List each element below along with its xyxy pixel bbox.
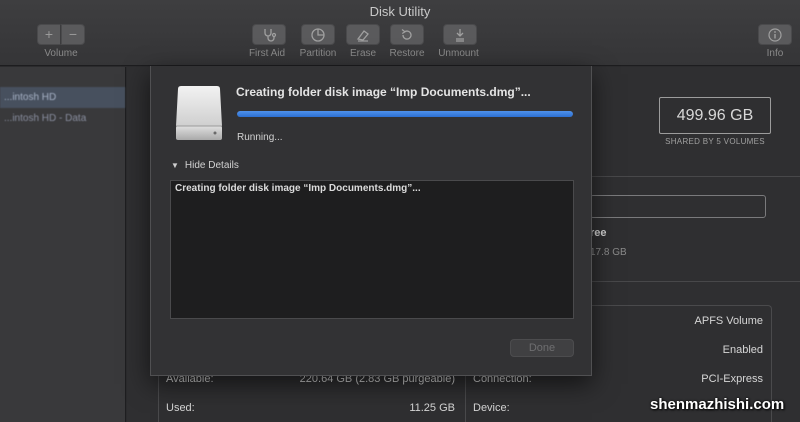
info-label: Info: [766, 48, 784, 59]
usage-bar: [590, 195, 766, 218]
capacity-value: 499.96 GB: [659, 97, 771, 134]
device-label: Device:: [473, 402, 510, 414]
eraser-icon: [356, 30, 369, 42]
partition-group[interactable]: Partition: [299, 24, 337, 59]
erase-label: Erase: [349, 48, 377, 59]
progress-bar-fill: [237, 111, 573, 117]
info-group[interactable]: Info: [758, 24, 792, 59]
unmount-group[interactable]: Unmount: [438, 24, 480, 59]
log-line: Creating folder disk image “Imp Document…: [175, 183, 421, 194]
restore-label: Restore: [389, 48, 425, 59]
type-value: APFS Volume: [694, 315, 763, 327]
toolbar: Disk Utility + − Volume First Aid Partit…: [0, 0, 800, 66]
pie-chart-icon: [311, 28, 325, 42]
remove-volume-button[interactable]: −: [61, 24, 85, 45]
info-button[interactable]: [758, 24, 792, 45]
details-log[interactable]: Creating folder disk image “Imp Document…: [170, 180, 574, 319]
restore-button[interactable]: [390, 24, 424, 45]
progress-bar: [237, 111, 573, 117]
restore-arrow-icon: [401, 29, 412, 40]
used-value: 11.25 GB: [409, 402, 455, 414]
sidebar: ...intosh HD ...intosh HD - Data: [0, 67, 126, 422]
partition-label: Partition: [299, 48, 337, 59]
free-space-label: ree: [590, 227, 607, 239]
hide-details-label: Hide Details: [184, 160, 239, 171]
unmount-label: Unmount: [438, 48, 479, 59]
divider: [590, 176, 800, 177]
restore-group[interactable]: Restore: [389, 24, 425, 59]
connection-value: PCI-Express: [701, 373, 763, 385]
watermark: shenmazhishi.com: [650, 396, 785, 413]
add-volume-button[interactable]: +: [37, 24, 61, 45]
progress-dialog: Creating folder disk image “Imp Document…: [150, 66, 592, 376]
hard-drive-icon: [176, 86, 222, 140]
dialog-title: Creating folder disk image “Imp Document…: [236, 85, 531, 99]
sidebar-item-volume-data[interactable]: ...intosh HD - Data: [0, 108, 125, 129]
owners-value: Enabled: [722, 344, 763, 356]
info-icon: [768, 28, 782, 42]
unmount-icon: [456, 29, 464, 42]
unmount-button[interactable]: [443, 24, 477, 45]
erase-group[interactable]: Erase: [346, 24, 380, 59]
volume-label: Volume: [44, 48, 78, 59]
free-space-value: 17.8 GB: [590, 247, 627, 258]
status-text: Running...: [237, 132, 283, 143]
volume-group: + − Volume: [37, 24, 85, 59]
sidebar-item-volume[interactable]: ...intosh HD: [0, 87, 125, 108]
disclosure-triangle-icon: ▼: [171, 161, 179, 170]
erase-button[interactable]: [346, 24, 380, 45]
partition-button[interactable]: [301, 24, 335, 45]
used-label: Used:: [166, 402, 195, 414]
stethoscope-icon: [264, 29, 277, 42]
window-title: Disk Utility: [369, 4, 431, 19]
first-aid-group[interactable]: First Aid: [249, 24, 288, 59]
done-button[interactable]: Done: [510, 339, 574, 357]
hide-details-toggle[interactable]: ▼ Hide Details: [171, 160, 239, 171]
capacity-subtitle: SHARED BY 5 VOLUMES: [665, 137, 765, 146]
first-aid-button[interactable]: [252, 24, 286, 45]
first-aid-label: First Aid: [248, 48, 286, 59]
divider: [590, 281, 800, 282]
